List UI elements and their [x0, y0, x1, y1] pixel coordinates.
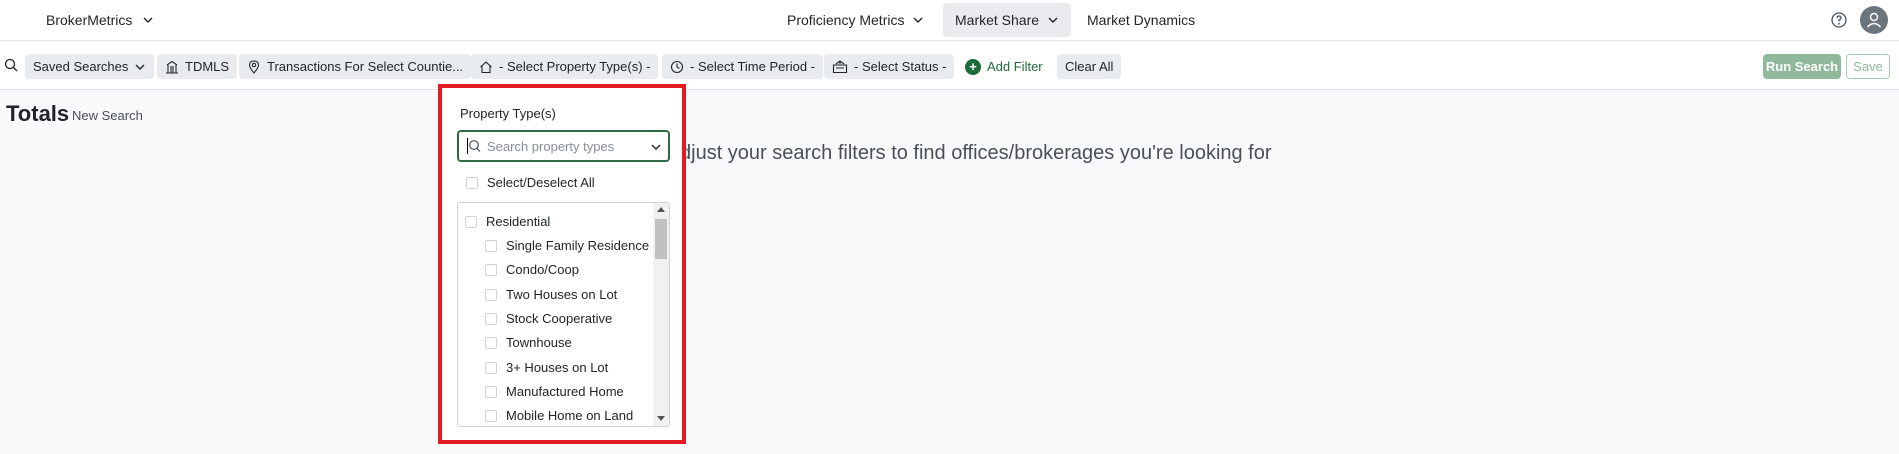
property-type-filter-chip[interactable]: - Select Property Type(s) - — [471, 54, 659, 79]
tab-market-dynamics[interactable]: Market Dynamics — [1075, 3, 1207, 37]
checkbox[interactable] — [485, 361, 497, 374]
building-icon — [166, 60, 178, 74]
list-item[interactable]: Two Houses on Lot — [485, 287, 617, 302]
checkbox[interactable] — [485, 263, 497, 276]
add-filter-label: Add Filter — [987, 59, 1043, 74]
transactions-filter-label: Transactions For Select Countie... — [267, 59, 464, 74]
list-item-label: Residential — [486, 214, 551, 229]
tab-market-share[interactable]: Market Share — [943, 3, 1072, 37]
scroll-up-arrow-icon[interactable] — [657, 207, 665, 212]
list-item[interactable]: Manufactured Home — [485, 384, 624, 399]
select-all-label: Select/Deselect All — [487, 175, 595, 190]
list-item-label: Two Houses on Lot — [506, 287, 618, 302]
list-item[interactable]: Single Family Residence — [485, 238, 649, 253]
list-item-label: Manufactured Home — [506, 384, 624, 399]
top-nav: BrokerMetrics Proficiency Metrics Market… — [0, 0, 1899, 41]
clear-all-button[interactable]: Clear All — [1057, 54, 1122, 79]
checkbox[interactable] — [485, 312, 497, 325]
help-icon[interactable] — [1830, 11, 1848, 29]
property-type-search-input[interactable] — [487, 137, 637, 155]
list-item-label: Condo/Coop — [506, 262, 579, 277]
chevron-down-icon — [143, 17, 153, 23]
checkbox[interactable] — [485, 385, 497, 398]
chevron-down-icon — [135, 64, 145, 70]
scrollbar[interactable] — [653, 203, 669, 426]
run-search-button[interactable]: Run Search — [1763, 54, 1841, 79]
list-item-label: Stock Cooperative — [506, 311, 613, 326]
property-type-dropdown-panel: Property Type(s) Select/Deselect All Res… — [438, 84, 686, 444]
checkbox[interactable] — [465, 215, 477, 228]
list-item[interactable]: Townhouse — [485, 335, 572, 350]
list-item-label: Single Family Residence — [506, 238, 650, 253]
list-item[interactable]: Residential — [465, 214, 550, 229]
search-icon[interactable] — [4, 58, 18, 72]
scrollbar-thumb[interactable] — [655, 219, 667, 259]
status-filter-chip[interactable]: - Select Status - — [824, 54, 955, 79]
scroll-down-arrow-icon[interactable] — [657, 416, 665, 421]
tab-proficiency-metrics[interactable]: Proficiency Metrics — [775, 3, 936, 37]
property-type-list[interactable]: Residential Single Family Residence Cond… — [457, 202, 670, 427]
property-type-filter-label: - Select Property Type(s) - — [499, 59, 651, 74]
checkbox[interactable] — [485, 409, 497, 422]
checkbox[interactable] — [485, 239, 497, 252]
checkbox[interactable] — [485, 336, 497, 349]
property-type-label: Property Type(s) — [460, 106, 556, 121]
sign-icon — [832, 59, 848, 73]
time-period-filter-chip[interactable]: - Select Time Period - — [662, 54, 823, 79]
user-icon — [1866, 12, 1882, 28]
saved-searches-dropdown[interactable]: Saved Searches — [25, 54, 155, 79]
mls-filter-chip[interactable]: TDMLS — [157, 54, 238, 79]
list-item[interactable]: Mobile Home on Land — [485, 408, 633, 423]
empty-state-message: djust your search filters to find office… — [680, 142, 1272, 164]
list-item[interactable]: Stock Cooperative — [485, 311, 612, 326]
chevron-down-icon — [913, 17, 923, 23]
saved-searches-label: Saved Searches — [33, 59, 129, 74]
home-icon — [480, 60, 492, 73]
checkbox[interactable] — [485, 288, 497, 301]
user-avatar[interactable] — [1860, 6, 1888, 34]
clock-icon — [670, 60, 684, 73]
transactions-filter-chip[interactable]: Transactions For Select Countie... — [239, 54, 472, 79]
list-item[interactable]: 3+ Houses on Lot — [485, 360, 608, 375]
filter-bar: Saved Searches TDMLS Transactions For Se… — [0, 42, 1899, 90]
select-all-option[interactable]: Select/Deselect All — [466, 175, 595, 190]
chevron-down-icon — [1048, 17, 1058, 23]
property-type-search[interactable] — [457, 130, 670, 162]
list-item-label: Townhouse — [506, 335, 572, 350]
tab-label: Market Dynamics — [1087, 12, 1196, 28]
add-filter-button[interactable]: + Add Filter — [965, 54, 1043, 79]
clear-all-label: Clear All — [1065, 59, 1114, 74]
chevron-down-icon[interactable] — [650, 141, 662, 153]
save-button[interactable]: Save — [1846, 54, 1890, 79]
status-filter-label: - Select Status - — [854, 59, 947, 74]
new-search-label: New Search — [72, 108, 143, 123]
tab-label: Market Share — [955, 12, 1040, 28]
list-item[interactable]: Condo/Coop — [485, 262, 579, 277]
time-period-filter-label: - Select Time Period - — [690, 59, 815, 74]
search-icon — [469, 140, 481, 152]
mls-filter-label: TDMLS — [185, 59, 230, 74]
tab-label: Proficiency Metrics — [787, 12, 905, 28]
brand-menu[interactable]: BrokerMetrics — [46, 12, 154, 28]
select-all-checkbox[interactable] — [466, 176, 478, 189]
list-item-label: 3+ Houses on Lot — [506, 360, 609, 375]
map-pin-icon — [248, 59, 260, 74]
page-title: Totals — [6, 101, 70, 126]
plus-icon: + — [965, 58, 981, 75]
list-item-label: Mobile Home on Land — [506, 408, 634, 423]
brand-label: BrokerMetrics — [46, 12, 133, 28]
